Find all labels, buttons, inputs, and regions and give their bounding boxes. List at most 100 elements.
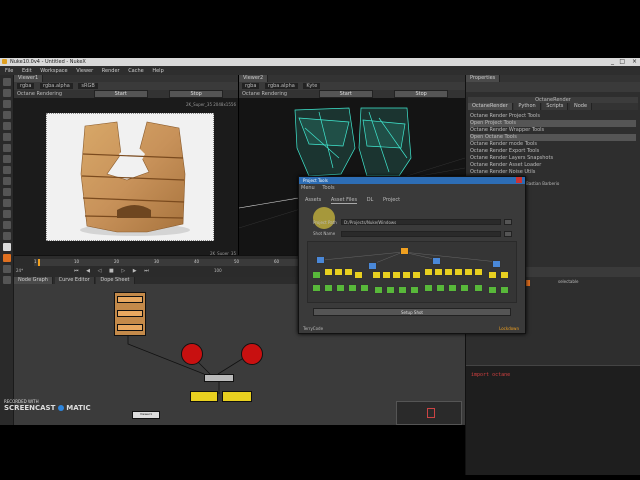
folder-blue-3[interactable]	[432, 257, 441, 265]
merge-tool-icon[interactable]	[3, 155, 11, 163]
viewer2-channels-select[interactable]: rgba	[242, 83, 260, 89]
folder-item[interactable]	[464, 268, 473, 276]
image-tool-icon[interactable]	[3, 78, 11, 86]
folder-item[interactable]	[488, 286, 497, 294]
folder-item[interactable]	[500, 271, 509, 279]
folder-item[interactable]	[354, 271, 363, 279]
plugin2-tool-icon[interactable]	[3, 276, 11, 284]
goto-end-icon[interactable]: ⏭	[144, 268, 149, 274]
list-item[interactable]: Octane Render Project Tools	[470, 113, 636, 120]
viewer-node[interactable]: Viewer1	[132, 411, 160, 419]
octane-node-red-1[interactable]	[181, 343, 203, 365]
folder-item[interactable]	[312, 284, 321, 292]
folder-item[interactable]	[424, 284, 433, 292]
dialog-menu-menu[interactable]: Menu	[301, 185, 315, 191]
folder-blue-1[interactable]	[316, 256, 325, 264]
folder-item[interactable]	[454, 268, 463, 276]
folder-item[interactable]	[474, 284, 483, 292]
dialog-close-icon[interactable]	[516, 177, 522, 183]
folder-tree-view[interactable]	[307, 241, 517, 303]
list-item[interactable]: Octane Render mode Tools	[470, 141, 636, 148]
play-back-icon[interactable]: ◁	[98, 268, 102, 274]
minimap-viewport[interactable]	[427, 408, 435, 418]
color-tool-icon[interactable]	[3, 122, 11, 130]
folder-item[interactable]	[336, 284, 345, 292]
viewer1-start-button[interactable]: Start	[93, 90, 148, 98]
list-item[interactable]: Octane Render Layers Snapshots	[470, 155, 636, 162]
folder-item[interactable]	[374, 286, 383, 294]
folder-item[interactable]	[500, 286, 509, 294]
menu-viewer[interactable]: Viewer	[76, 68, 93, 74]
folder-item[interactable]	[344, 268, 353, 276]
keyer-tool-icon[interactable]	[3, 144, 11, 152]
root-folder-icon[interactable]	[400, 247, 409, 255]
folder-item[interactable]	[474, 268, 483, 276]
list-item[interactable]: Open Project Tools	[470, 120, 636, 127]
tab-asset-files[interactable]: Asset Files	[330, 197, 358, 204]
step-back-icon[interactable]: ◀	[86, 268, 90, 274]
folder-item[interactable]	[324, 284, 333, 292]
folder-item[interactable]	[412, 271, 421, 279]
folder-item[interactable]	[334, 268, 343, 276]
read-node-3[interactable]	[117, 324, 143, 331]
menu-help[interactable]: Help	[152, 68, 163, 74]
filter-tool-icon[interactable]	[3, 133, 11, 141]
minimize-button[interactable]: _	[611, 58, 614, 65]
plugin-tool-icon[interactable]	[3, 265, 11, 273]
folder-item[interactable]	[324, 268, 333, 276]
list-item[interactable]: Open Octane Tools	[470, 134, 636, 141]
tab-properties[interactable]: Properties	[466, 75, 501, 82]
read-node-1[interactable]	[117, 296, 143, 303]
browse-icon[interactable]	[504, 219, 512, 225]
folder-item[interactable]	[424, 268, 433, 276]
menu-file[interactable]: File	[5, 68, 13, 74]
particles-tool-icon[interactable]	[3, 210, 11, 218]
folder-item[interactable]	[348, 284, 357, 292]
tab-node-graph[interactable]: Node Graph	[14, 277, 53, 284]
folder-blue-4[interactable]	[492, 260, 501, 268]
folder-item[interactable]	[402, 271, 411, 279]
folder-item[interactable]	[360, 284, 369, 292]
list-item[interactable]: Octane Render Asset Loader	[470, 162, 636, 169]
views-tool-icon[interactable]	[3, 188, 11, 196]
viewer1-alpha-select[interactable]: rgba.alpha	[39, 83, 73, 89]
tab-dope-sheet[interactable]: Dope Sheet	[96, 277, 135, 284]
setup-shot-button[interactable]: Setup Shot	[313, 308, 511, 316]
transform-tool-icon[interactable]	[3, 166, 11, 174]
tab-viewer1[interactable]: Viewer1	[14, 75, 44, 82]
list-item[interactable]: Octane Render Wrapper Tools	[470, 127, 636, 134]
folder-item[interactable]	[372, 271, 381, 279]
folder-item[interactable]	[444, 268, 453, 276]
folder-item[interactable]	[312, 271, 321, 279]
script-editor[interactable]: import octane	[466, 365, 640, 475]
folder-item[interactable]	[488, 271, 497, 279]
close-button[interactable]: ×	[632, 58, 637, 65]
tab-curve-editor[interactable]: Curve Editor	[54, 277, 95, 284]
draw-tool-icon[interactable]	[3, 89, 11, 97]
octane-node-red-2[interactable]	[241, 343, 263, 365]
nuke-g-icon[interactable]	[3, 254, 11, 262]
step-forward-icon[interactable]: ▶	[133, 268, 137, 274]
viewer2-start-button[interactable]: Start	[318, 90, 373, 98]
node-graph-minimap[interactable]	[396, 401, 462, 425]
channel-tool-icon[interactable]	[3, 111, 11, 119]
viewer1-colorspace-select[interactable]: sRGB	[78, 83, 98, 89]
nuke-m-icon[interactable]	[3, 243, 11, 251]
menu-cache[interactable]: Cache	[128, 68, 144, 74]
viewer1-stop-button[interactable]: Stop	[169, 90, 223, 98]
tab-viewer2[interactable]: Viewer2	[239, 75, 269, 82]
tab-scripts[interactable]: Scripts	[542, 103, 569, 110]
dialog-menu-tools[interactable]: Tools	[322, 185, 334, 191]
project-path-field[interactable]: D:/Projects/Nuke/Windows	[341, 219, 501, 225]
tab-octanerender[interactable]: OctaneRender	[468, 103, 513, 110]
folder-item[interactable]	[448, 284, 457, 292]
viewer2-alpha-select[interactable]: rgba.alpha	[264, 83, 298, 89]
tab-python[interactable]: Python	[514, 103, 541, 110]
play-icon[interactable]: ▷	[121, 268, 125, 274]
goto-start-icon[interactable]: ⏮	[74, 268, 79, 274]
list-item[interactable]: Octane Render Export Tools	[470, 148, 636, 155]
end-frame-field[interactable]: 100	[214, 268, 222, 273]
folder-item[interactable]	[382, 271, 391, 279]
metadata-tool-icon[interactable]	[3, 199, 11, 207]
folder-item[interactable]	[392, 271, 401, 279]
